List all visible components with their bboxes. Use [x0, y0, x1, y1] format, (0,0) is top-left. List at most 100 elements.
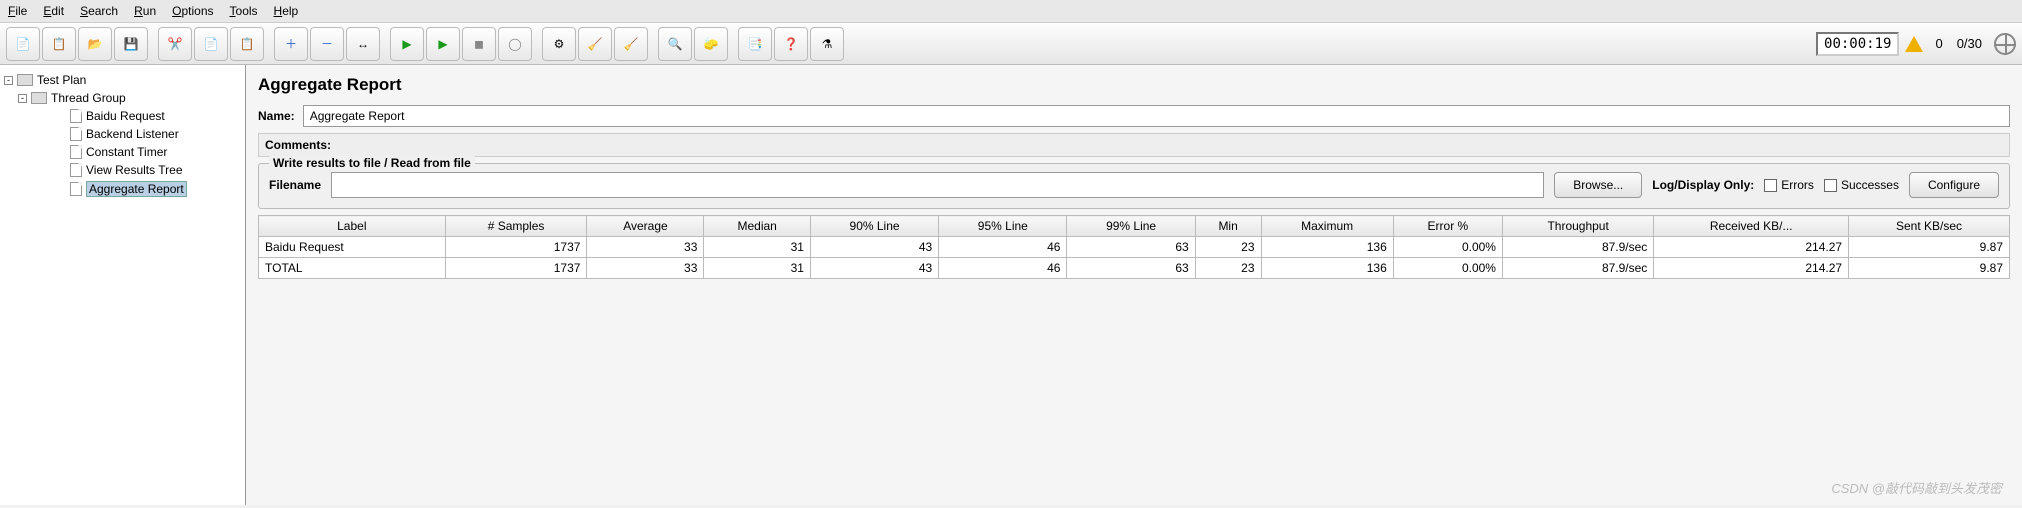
clear-icon[interactable]: 🧹: [614, 27, 648, 61]
tree-item-baidu-request[interactable]: Baidu Request: [70, 107, 241, 125]
cell: 23: [1195, 258, 1261, 279]
toolbar: 📄 📋 📂 💾 ✂️ 📄 📋 ＋ － ↔ ▶ ▶ ◼ ◯ ⚙ 🧹 🧹 🔍 🧽 📑…: [0, 23, 2022, 65]
table-row[interactable]: TOTAL17373331434663231360.00%87.9/sec214…: [259, 258, 2010, 279]
results-table: Label# SamplesAverageMedian90% Line95% L…: [258, 215, 2010, 279]
col-header[interactable]: Throughput: [1502, 216, 1653, 237]
logdisplay-label: Log/Display Only:: [1652, 178, 1754, 192]
file-icon: [70, 109, 82, 123]
folder-icon: [31, 92, 47, 104]
col-header[interactable]: Average: [587, 216, 704, 237]
col-header[interactable]: Error %: [1393, 216, 1502, 237]
save-icon[interactable]: 💾: [114, 27, 148, 61]
name-label: Name:: [258, 109, 295, 123]
cell: 31: [704, 237, 811, 258]
cell: 0.00%: [1393, 258, 1502, 279]
page-title: Aggregate Report: [258, 75, 2010, 95]
filename-input[interactable]: [331, 172, 1544, 198]
remote-start-icon[interactable]: ⚙: [542, 27, 576, 61]
browse-button[interactable]: Browse...: [1554, 172, 1642, 198]
configure-button[interactable]: Configure: [1909, 172, 1999, 198]
col-header[interactable]: 90% Line: [810, 216, 938, 237]
filename-label: Filename: [269, 178, 321, 192]
cell: 9.87: [1849, 258, 2010, 279]
file-icon: [70, 145, 82, 159]
cell: 1737: [445, 237, 587, 258]
cell: TOTAL: [259, 258, 446, 279]
remote-stop-icon[interactable]: 🧹: [578, 27, 612, 61]
tree-item-backend-listener[interactable]: Backend Listener: [70, 125, 241, 143]
cell: Baidu Request: [259, 237, 446, 258]
menu-tools[interactable]: Tools: [230, 4, 258, 18]
col-header[interactable]: Label: [259, 216, 446, 237]
cell: 23: [1195, 237, 1261, 258]
tree-test-plan[interactable]: - Test Plan: [4, 71, 241, 89]
file-icon: [70, 182, 82, 196]
cell: 214.27: [1654, 258, 1849, 279]
cell: 46: [939, 258, 1067, 279]
menu-help[interactable]: Help: [274, 4, 299, 18]
warning-icon[interactable]: [1905, 36, 1923, 52]
tree-panel: - Test Plan - Thread Group Baidu Request…: [0, 65, 246, 505]
name-input[interactable]: [303, 105, 2010, 127]
cell: 43: [810, 237, 938, 258]
successes-checkbox[interactable]: Successes: [1824, 178, 1899, 192]
new-icon[interactable]: 📄: [6, 27, 40, 61]
menu-options[interactable]: Options: [172, 4, 213, 18]
menu-edit[interactable]: Edit: [43, 4, 64, 18]
toggle-icon[interactable]: -: [4, 76, 13, 85]
menu-search[interactable]: Search: [80, 4, 118, 18]
menu-run[interactable]: Run: [134, 4, 156, 18]
col-header[interactable]: Median: [704, 216, 811, 237]
menu-file[interactable]: File: [8, 4, 27, 18]
tree-item-aggregate-report[interactable]: Aggregate Report: [70, 179, 241, 199]
errors-checkbox[interactable]: Errors: [1764, 178, 1814, 192]
tree-item-view-results-tree[interactable]: View Results Tree: [70, 161, 241, 179]
file-icon: [70, 127, 82, 141]
cell: 0.00%: [1393, 237, 1502, 258]
cell: 46: [939, 237, 1067, 258]
cell: 43: [810, 258, 938, 279]
stop-icon[interactable]: ◼: [462, 27, 496, 61]
paste-icon[interactable]: 📋: [230, 27, 264, 61]
cell: 63: [1067, 237, 1195, 258]
file-icon: [70, 163, 82, 177]
minus-icon[interactable]: －: [310, 27, 344, 61]
col-header[interactable]: Min: [1195, 216, 1261, 237]
cell: 33: [587, 258, 704, 279]
col-header[interactable]: Maximum: [1261, 216, 1393, 237]
cell: 1737: [445, 258, 587, 279]
col-header[interactable]: Sent KB/sec: [1849, 216, 2010, 237]
cell: 87.9/sec: [1502, 237, 1653, 258]
templates-icon[interactable]: 📋: [42, 27, 76, 61]
cell: 9.87: [1849, 237, 2010, 258]
search-test-icon[interactable]: 🔍: [658, 27, 692, 61]
start-icon[interactable]: ▶: [390, 27, 424, 61]
heap-dump-icon[interactable]: ⚗: [810, 27, 844, 61]
table-row[interactable]: Baidu Request17373331434663231360.00%87.…: [259, 237, 2010, 258]
col-header[interactable]: 99% Line: [1067, 216, 1195, 237]
help-icon[interactable]: ❓: [774, 27, 808, 61]
shutdown-icon[interactable]: ◯: [498, 27, 532, 61]
col-header[interactable]: Received KB/...: [1654, 216, 1849, 237]
elapsed-timer: 00:00:19: [1816, 32, 1899, 56]
watermark: CSDN @敲代码敲到头发茂密: [1831, 478, 2002, 497]
tree-item-constant-timer[interactable]: Constant Timer: [70, 143, 241, 161]
toggle-icon[interactable]: -: [18, 94, 27, 103]
clear-search-icon[interactable]: 🧽: [694, 27, 728, 61]
toggle-icon[interactable]: ↔: [346, 27, 380, 61]
start-no-timers-icon[interactable]: ▶: [426, 27, 460, 61]
plus-icon[interactable]: ＋: [274, 27, 308, 61]
cell: 136: [1261, 258, 1393, 279]
cell: 63: [1067, 258, 1195, 279]
content-panel: Aggregate Report Name: Comments: Write r…: [246, 65, 2022, 505]
open-icon[interactable]: 📂: [78, 27, 112, 61]
tree-thread-group[interactable]: - Thread Group: [18, 89, 241, 107]
cell: 31: [704, 258, 811, 279]
copy-icon[interactable]: 📄: [194, 27, 228, 61]
col-header[interactable]: # Samples: [445, 216, 587, 237]
col-header[interactable]: 95% Line: [939, 216, 1067, 237]
cut-icon[interactable]: ✂️: [158, 27, 192, 61]
cell: 33: [587, 237, 704, 258]
comments-label: Comments:: [258, 133, 2010, 157]
function-helper-icon[interactable]: 📑: [738, 27, 772, 61]
